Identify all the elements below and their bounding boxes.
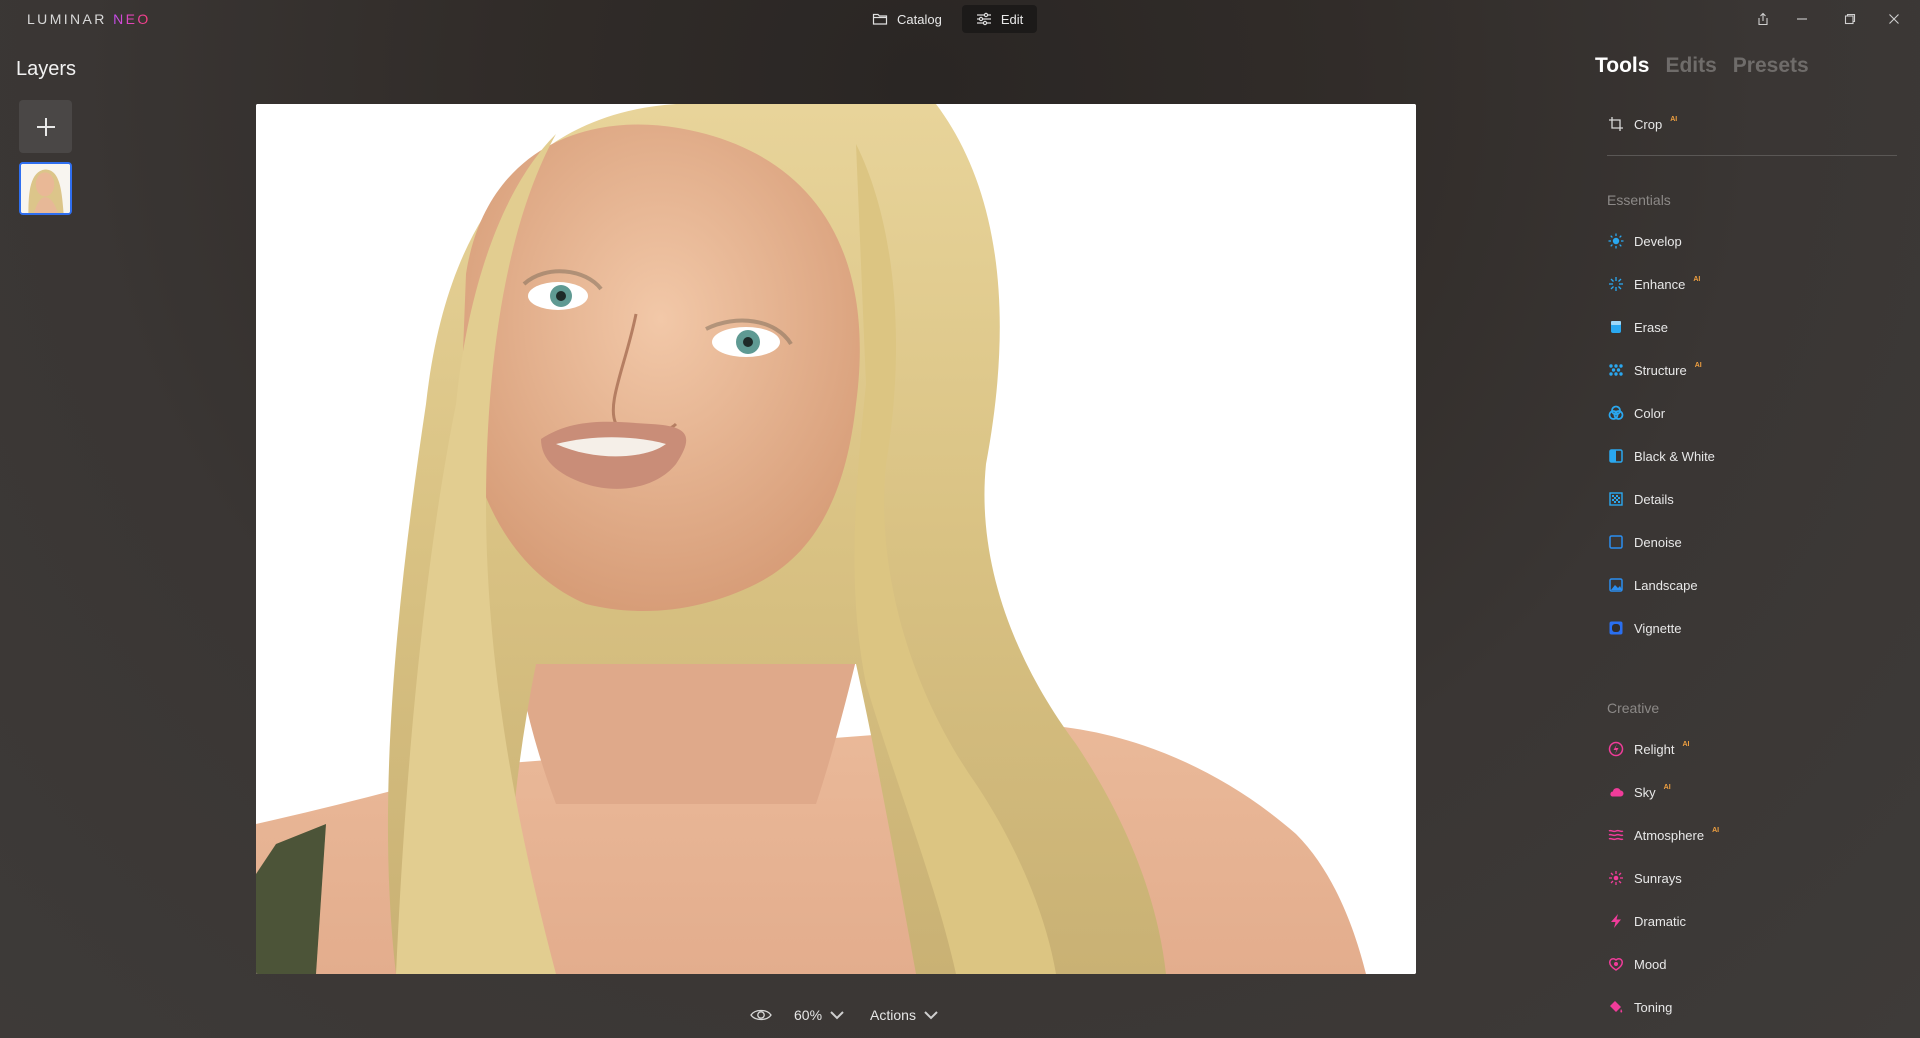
zoom-value: 60% <box>794 1007 823 1023</box>
bottom-bar: 60% Actions <box>750 1004 942 1026</box>
tool-sky[interactable]: Sky AI <box>1608 781 1671 803</box>
tool-atmosphere-label: Atmosphere <box>1634 827 1705 843</box>
tool-color-label: Color <box>1634 405 1666 421</box>
tool-structure-label: Structure <box>1634 362 1687 378</box>
ai-badge: AI <box>1670 115 1678 123</box>
tool-landscape[interactable]: Landscape <box>1608 574 1706 596</box>
ai-badge: AI <box>1712 826 1720 834</box>
tool-toning-label: Toning <box>1634 999 1673 1015</box>
tool-relight-label: Relight <box>1634 741 1675 757</box>
close-icon[interactable] <box>1883 8 1905 30</box>
layers-title: Layers <box>16 58 77 80</box>
tool-black-white-label: Black & White <box>1634 448 1715 464</box>
tab-edits[interactable]: Edits <box>1665 54 1716 78</box>
tool-denoise-label: Denoise <box>1634 534 1682 550</box>
edit-tab-button[interactable]: Edit <box>961 5 1038 33</box>
tool-crop[interactable]: Crop AI <box>1608 113 1677 135</box>
photo-canvas[interactable] <box>256 104 1416 974</box>
ai-badge: AI <box>1693 275 1701 283</box>
edit-label: Edit <box>1000 11 1024 27</box>
tool-vignette-label: Vignette <box>1634 620 1682 636</box>
ai-badge: AI <box>1663 783 1671 791</box>
add-layer-button[interactable] <box>19 100 72 153</box>
tool-details[interactable]: Details <box>1608 488 1682 510</box>
chevron-down-icon <box>924 1011 938 1020</box>
tool-dramatic-label: Dramatic <box>1634 913 1687 929</box>
sky-cloud-icon <box>1608 784 1624 800</box>
color-circles-icon <box>1608 405 1624 421</box>
black-white-icon <box>1608 448 1624 464</box>
tool-landscape-label: Landscape <box>1634 577 1698 593</box>
relight-bolt-icon <box>1608 741 1624 757</box>
ai-badge: AI <box>1694 361 1702 369</box>
denoise-square-icon <box>1608 534 1624 550</box>
layer-thumbnail[interactable] <box>19 162 72 215</box>
tool-relight[interactable]: Relight AI <box>1608 738 1689 760</box>
tool-enhance[interactable]: Enhance AI <box>1608 273 1700 295</box>
tool-sky-label: Sky <box>1634 784 1656 800</box>
tool-sunrays[interactable]: Sunrays <box>1608 867 1690 889</box>
actions-label: Actions <box>870 1007 916 1023</box>
dramatic-bolt-icon <box>1608 913 1624 929</box>
tool-black-white[interactable]: Black & White <box>1608 445 1723 467</box>
folder-icon <box>872 13 888 25</box>
tool-dramatic[interactable]: Dramatic <box>1608 910 1694 932</box>
catalog-label: Catalog <box>897 11 942 27</box>
tool-details-label: Details <box>1634 491 1674 507</box>
vignette-icon <box>1608 620 1624 636</box>
crop-icon <box>1608 116 1624 132</box>
ai-badge: AI <box>1682 740 1690 748</box>
tool-vignette[interactable]: Vignette <box>1608 617 1689 639</box>
tool-mood-label: Mood <box>1634 956 1667 972</box>
panel-tabs: Tools Edits Presets <box>1595 54 1809 78</box>
eye-icon <box>750 1009 772 1021</box>
tab-presets[interactable]: Presets <box>1733 54 1809 78</box>
toning-bucket-icon <box>1608 999 1624 1015</box>
tool-toning[interactable]: Toning <box>1608 996 1680 1018</box>
tool-crop-label: Crop <box>1634 116 1663 132</box>
minimize-icon[interactable] <box>1791 8 1813 30</box>
tool-erase[interactable]: Erase <box>1608 316 1676 338</box>
layer-thumbnail-image <box>21 164 70 213</box>
sliders-icon <box>976 12 991 26</box>
tool-enhance-label: Enhance <box>1634 276 1686 292</box>
mood-icon <box>1608 956 1624 972</box>
restore-icon[interactable] <box>1839 8 1861 30</box>
creative-section-label: Creative <box>1607 700 1660 716</box>
tool-color[interactable]: Color <box>1608 402 1673 424</box>
tool-develop-label: Develop <box>1634 233 1682 249</box>
atmosphere-waves-icon <box>1608 827 1624 843</box>
actions-dropdown[interactable]: Actions <box>870 1007 942 1023</box>
plus-icon <box>36 117 55 136</box>
tool-develop[interactable]: Develop <box>1608 230 1690 252</box>
app-logo: LUMINAR NEO <box>27 11 151 27</box>
tool-erase-label: Erase <box>1634 319 1668 335</box>
mode-switch: Catalog Edit <box>858 5 1038 33</box>
structure-dots-icon <box>1608 362 1624 378</box>
panel-divider <box>1607 155 1897 156</box>
landscape-image-icon <box>1608 577 1624 593</box>
catalog-tab-button[interactable]: Catalog <box>858 5 956 33</box>
essentials-section-label: Essentials <box>1607 192 1671 208</box>
tool-sunrays-label: Sunrays <box>1634 870 1682 886</box>
preview-toggle-button[interactable] <box>750 1007 772 1023</box>
details-grid-icon <box>1608 491 1624 507</box>
tool-structure[interactable]: Structure AI <box>1608 359 1702 381</box>
enhance-sparkle-icon <box>1608 276 1624 292</box>
sunrays-icon <box>1608 870 1624 886</box>
eraser-icon <box>1608 319 1624 335</box>
chevron-down-icon <box>830 1011 844 1020</box>
tab-tools[interactable]: Tools <box>1595 54 1649 78</box>
share-icon[interactable] <box>1752 8 1774 30</box>
tool-atmosphere[interactable]: Atmosphere AI <box>1608 824 1719 846</box>
tool-denoise[interactable]: Denoise <box>1608 531 1690 553</box>
tool-mood[interactable]: Mood <box>1608 953 1675 975</box>
zoom-dropdown[interactable]: 60% <box>794 1007 848 1023</box>
develop-sun-icon <box>1608 233 1624 249</box>
top-bar: LUMINAR NEO Catalog Edit <box>0 0 1920 38</box>
portrait-photo <box>256 104 1416 974</box>
